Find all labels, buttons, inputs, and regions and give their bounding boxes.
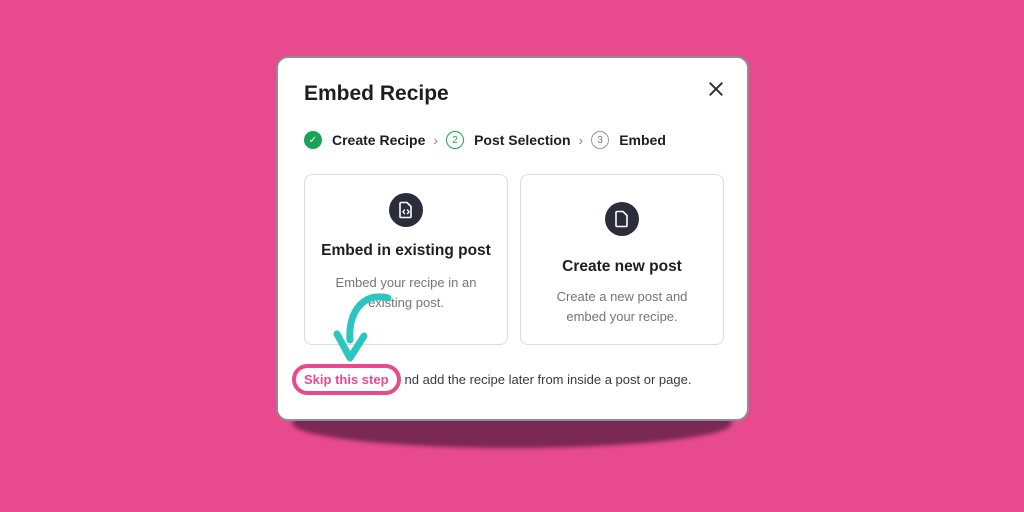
embed-recipe-modal: Embed Recipe ✓ Create Recipe › 2 Post Se…: [276, 56, 749, 421]
modal-title: Embed Recipe: [304, 82, 449, 105]
step-post-selection: 2 Post Selection: [446, 131, 571, 149]
step-label: Create Recipe: [332, 132, 426, 148]
card-description: Embed your recipe in an existing post.: [335, 275, 477, 310]
step-label: Post Selection: [474, 132, 571, 148]
file-icon: [605, 202, 639, 236]
file-code-icon: [389, 193, 423, 227]
step-number: 3: [591, 131, 610, 149]
chevron-right-icon: ›: [433, 132, 439, 148]
card-title: Create new post: [562, 258, 682, 275]
card-description: Create a new post and embed your recipe.: [556, 289, 688, 324]
create-new-post-card[interactable]: Create new post Create a new post and em…: [520, 174, 724, 345]
footer-rest-text: nd add the recipe later from inside a po…: [404, 372, 692, 387]
step-label: Embed: [619, 132, 666, 148]
embed-existing-post-card[interactable]: Embed in existing post Embed your recipe…: [304, 174, 508, 345]
chevron-right-icon: ›: [578, 132, 584, 148]
footer-text: Skip this step nd add the recipe later f…: [292, 364, 692, 395]
step-embed: 3 Embed: [591, 131, 666, 149]
check-icon: ✓: [304, 131, 322, 149]
close-icon[interactable]: [707, 80, 725, 98]
stepper: ✓ Create Recipe › 2 Post Selection › 3 E…: [304, 131, 666, 149]
step-create-recipe: ✓ Create Recipe: [304, 131, 425, 149]
skip-this-step-link[interactable]: Skip this step: [292, 364, 401, 395]
card-title: Embed in existing post: [321, 242, 491, 259]
step-number: 2: [446, 131, 465, 149]
